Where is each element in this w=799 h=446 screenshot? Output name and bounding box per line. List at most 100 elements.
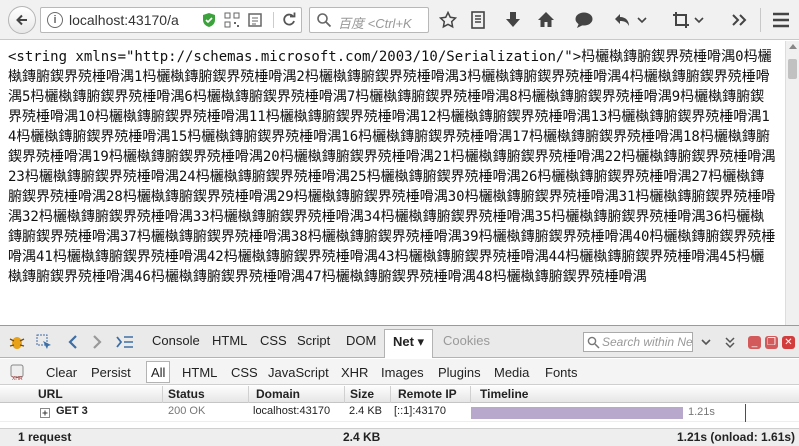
shield-icon[interactable]	[201, 12, 217, 28]
download-icon	[506, 12, 520, 27]
column-remote-ip[interactable]: Remote IP	[398, 387, 457, 401]
svg-text:XHR: XHR	[12, 376, 23, 381]
firebug-icon[interactable]	[8, 334, 26, 350]
overflow-button[interactable]	[728, 9, 750, 31]
column-timeline[interactable]: Timeline	[480, 387, 528, 401]
search-dropdown-icon[interactable]	[700, 336, 712, 348]
persist-button[interactable]: Persist	[91, 365, 131, 380]
xml-body: 杩欐槸鏄腑鍥界殑棰嗗湡0杩欐槸鏄腑鍥界殑棰嗗湡1杩欐槸鏄腑鍥界殑棰嗗湡2杩欐槸鏄…	[8, 49, 776, 285]
pause-icon[interactable]: XHR	[10, 363, 24, 381]
info-icon[interactable]: i	[47, 12, 63, 28]
column-divider	[162, 386, 163, 403]
xml-prefix: <string xmlns="http://schemas.microsoft.…	[8, 49, 582, 65]
column-divider	[390, 386, 391, 403]
tab-dom[interactable]: DOM	[346, 333, 376, 348]
minimize-button[interactable]: _	[748, 336, 761, 349]
command-line-icon[interactable]	[116, 335, 134, 349]
back-button[interactable]	[8, 6, 36, 34]
timeline-bar	[471, 407, 683, 419]
star-icon	[439, 11, 457, 29]
net-table-header: URL Status Domain Size Remote IP Timelin…	[0, 386, 799, 403]
browser-toolbar: i localhost:43170/a 百度 <Ctrl+K	[0, 0, 799, 40]
forward-arrow-icon[interactable]	[90, 334, 104, 350]
filter-fonts[interactable]: Fonts	[545, 365, 578, 380]
tab-net[interactable]: Net ▾	[384, 329, 434, 358]
firebug-tab-bar: Console HTML CSS Script DOM Net ▾ Cookie…	[0, 326, 799, 358]
summary-timing: 1.21s (onload: 1.61s)	[677, 430, 796, 444]
column-url[interactable]: URL	[38, 387, 63, 401]
filter-images[interactable]: Images	[381, 365, 424, 380]
bookmarks-button[interactable]	[467, 9, 489, 31]
page-content: <string xmlns="http://schemas.microsoft.…	[0, 41, 785, 325]
filter-css[interactable]: CSS	[231, 365, 258, 380]
crop-button[interactable]	[670, 9, 692, 31]
tab-cookies[interactable]: Cookies	[443, 333, 490, 348]
column-divider	[470, 386, 471, 403]
filter-plugins[interactable]: Plugins	[438, 365, 481, 380]
table-row[interactable]: GET 3 200 OK localhost:43170 2.4 KB [::1…	[0, 404, 799, 422]
filter-media[interactable]: Media	[494, 365, 529, 380]
bookmark-star-button[interactable]	[437, 9, 459, 31]
chat-icon	[575, 12, 593, 28]
tab-css[interactable]: CSS	[260, 333, 287, 348]
request-status: 200 OK	[168, 405, 206, 417]
download-button[interactable]	[502, 9, 524, 31]
home-button[interactable]	[535, 9, 557, 31]
url-text[interactable]: localhost:43170/a	[69, 12, 219, 28]
tab-html[interactable]: HTML	[212, 333, 247, 348]
back-arrow-icon[interactable]	[66, 334, 80, 350]
onload-marker	[745, 404, 746, 422]
page-scrollbar[interactable]	[785, 41, 799, 325]
detach-button[interactable]: ❐	[765, 336, 778, 349]
address-bar[interactable]: i localhost:43170/a	[40, 7, 302, 33]
search-placeholder: 百度 <Ctrl+K	[338, 16, 412, 31]
filter-html[interactable]: HTML	[182, 365, 217, 380]
net-summary-row: 1 request 2.4 KB 1.21s (onload: 1.61s)	[0, 428, 799, 446]
undo-button[interactable]	[611, 9, 633, 31]
back-icon	[16, 14, 27, 26]
column-divider	[344, 386, 345, 403]
overflow-icon	[732, 14, 747, 26]
undo-icon	[615, 14, 629, 26]
filter-javascript[interactable]: JavaScript	[268, 365, 329, 380]
panel-menu-icon[interactable]	[724, 335, 736, 349]
column-status[interactable]: Status	[168, 387, 205, 401]
tab-script[interactable]: Script	[297, 333, 330, 348]
home-icon	[538, 12, 554, 27]
net-filter-bar: XHR Clear Persist All HTML CSS JavaScrip…	[0, 359, 799, 385]
chevron-down-icon	[694, 17, 704, 24]
toolbar-divider	[760, 8, 761, 32]
scroll-up-icon[interactable]	[789, 44, 797, 49]
column-domain[interactable]: Domain	[256, 387, 300, 401]
qr-icon[interactable]	[224, 12, 240, 28]
search-bar[interactable]: 百度 <Ctrl+K	[309, 7, 429, 33]
chevron-down-icon	[637, 17, 647, 24]
xml-response-text: <string xmlns="http://schemas.microsoft.…	[8, 47, 778, 287]
undo-dropdown-button[interactable]	[635, 9, 649, 31]
reader-icon[interactable]	[247, 12, 263, 28]
expand-icon[interactable]	[40, 408, 50, 418]
filter-all[interactable]: All	[146, 361, 171, 383]
scrollbar-thumb[interactable]	[788, 59, 797, 79]
menu-icon	[773, 12, 789, 28]
reload-icon[interactable]	[281, 12, 297, 28]
search-icon	[587, 336, 600, 349]
request-domain: localhost:43170	[253, 405, 331, 417]
firebug-search-placeholder: Search within Ne	[602, 335, 693, 349]
column-divider	[248, 386, 249, 403]
column-size[interactable]: Size	[350, 387, 374, 401]
tab-console[interactable]: Console	[152, 333, 200, 348]
search-icon	[317, 13, 332, 28]
crop-dropdown-button[interactable]	[692, 9, 706, 31]
menu-button[interactable]	[770, 9, 792, 31]
clear-button[interactable]: Clear	[46, 365, 77, 380]
close-button[interactable]: ✕	[782, 336, 795, 349]
bookmarks-icon	[471, 11, 485, 29]
chat-button[interactable]	[573, 9, 595, 31]
request-size: 2.4 KB	[349, 405, 383, 417]
urlbar-divider	[273, 12, 274, 28]
inspect-icon[interactable]	[36, 334, 52, 350]
filter-xhr[interactable]: XHR	[341, 365, 368, 380]
firebug-search-input[interactable]: Search within Ne	[583, 332, 693, 352]
request-url[interactable]: GET 3	[56, 405, 88, 417]
